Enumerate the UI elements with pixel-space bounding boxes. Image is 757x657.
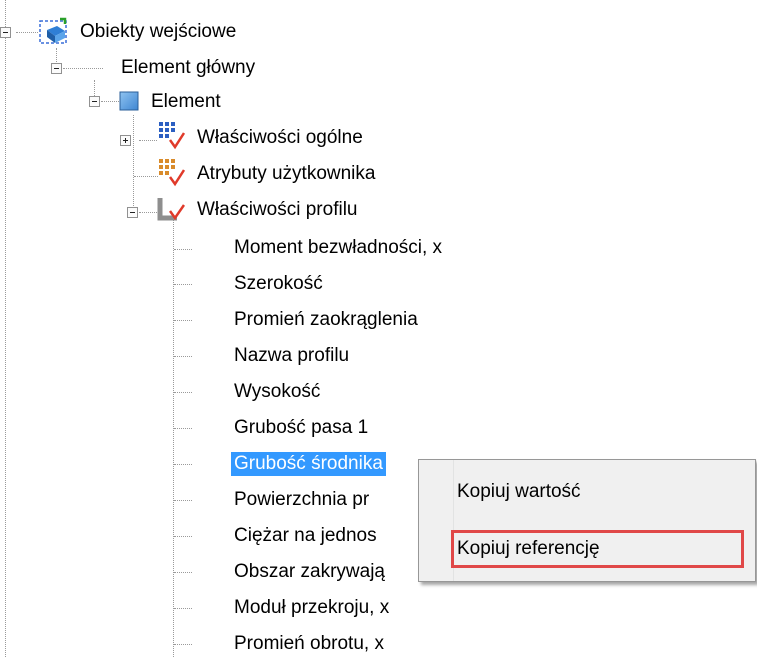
tree-line bbox=[16, 32, 38, 33]
tree-item-weight-per-unit[interactable]: Ciężar na jednos bbox=[234, 524, 377, 548]
tree-item-height[interactable]: Wysokość bbox=[234, 380, 320, 404]
tree-line bbox=[139, 140, 157, 141]
collapse-toggle[interactable] bbox=[89, 96, 100, 107]
tree-item-moment-of-inertia-x[interactable]: Moment bezwładności, x bbox=[234, 236, 442, 260]
tree-item-radius-of-gyration-x[interactable]: Promień obrotu, x bbox=[234, 632, 384, 656]
tree-line bbox=[101, 101, 119, 102]
tree-line bbox=[63, 68, 103, 69]
collapse-toggle[interactable] bbox=[51, 63, 62, 74]
tree-line bbox=[174, 644, 192, 645]
tree-line bbox=[173, 220, 174, 657]
element-square-icon bbox=[119, 91, 139, 111]
tree-item-flange-thickness-1[interactable]: Grubość pasa 1 bbox=[234, 416, 368, 440]
input-objects-icon bbox=[39, 17, 67, 44]
tree-node-element[interactable]: Element bbox=[151, 90, 221, 114]
collapse-toggle[interactable] bbox=[127, 207, 138, 218]
properties-grid-icon bbox=[159, 122, 185, 150]
tree-line bbox=[133, 115, 134, 210]
tree-node-general-properties[interactable]: Właściwości ogólne bbox=[197, 126, 363, 150]
tree-line bbox=[174, 572, 192, 573]
context-menu: Kopiuj wartość Kopiuj referencję bbox=[418, 459, 756, 582]
profile-icon bbox=[157, 198, 185, 221]
tree-item-profile-name[interactable]: Nazwa profilu bbox=[234, 344, 349, 368]
tree-line bbox=[174, 249, 192, 250]
tree-line bbox=[174, 356, 192, 357]
tree-node-user-attributes[interactable]: Atrybuty użytkownika bbox=[197, 162, 375, 186]
tree-line bbox=[5, 0, 6, 657]
tree-item-fillet-radius[interactable]: Promień zaokrąglenia bbox=[234, 308, 418, 332]
tree-line bbox=[174, 284, 192, 285]
tree-line bbox=[139, 212, 157, 213]
tree-node-input-objects[interactable]: Obiekty wejściowe bbox=[80, 20, 236, 44]
tree-line bbox=[134, 176, 158, 177]
tree-item-width[interactable]: Szerokość bbox=[234, 272, 323, 296]
collapse-toggle[interactable] bbox=[0, 27, 11, 38]
tree-item-surface-area[interactable]: Powierzchnia pr bbox=[234, 488, 369, 512]
attributes-grid-icon bbox=[159, 159, 185, 187]
tree-line bbox=[174, 392, 192, 393]
tree-line bbox=[174, 464, 192, 465]
tree-item-cover-area[interactable]: Obszar zakrywają bbox=[234, 560, 385, 584]
tree-line bbox=[174, 500, 192, 501]
tree-item-section-modulus-x[interactable]: Moduł przekroju, x bbox=[234, 596, 389, 620]
tree-line bbox=[174, 428, 192, 429]
tree-line bbox=[174, 536, 192, 537]
tree-line bbox=[174, 320, 192, 321]
tree-node-profile-properties[interactable]: Właściwości profilu bbox=[197, 198, 357, 222]
tree-line bbox=[174, 608, 192, 609]
menu-item-copy-reference[interactable]: Kopiuj referencję bbox=[451, 530, 744, 568]
expand-toggle[interactable] bbox=[120, 135, 131, 146]
menu-item-copy-value[interactable]: Kopiuj wartość bbox=[457, 480, 581, 504]
tree-item-web-thickness-selected[interactable]: Grubość środnika bbox=[231, 452, 386, 476]
tree-node-main-element[interactable]: Element główny bbox=[121, 56, 255, 80]
menu-item-copy-reference-label: Kopiuj referencję bbox=[457, 538, 600, 559]
